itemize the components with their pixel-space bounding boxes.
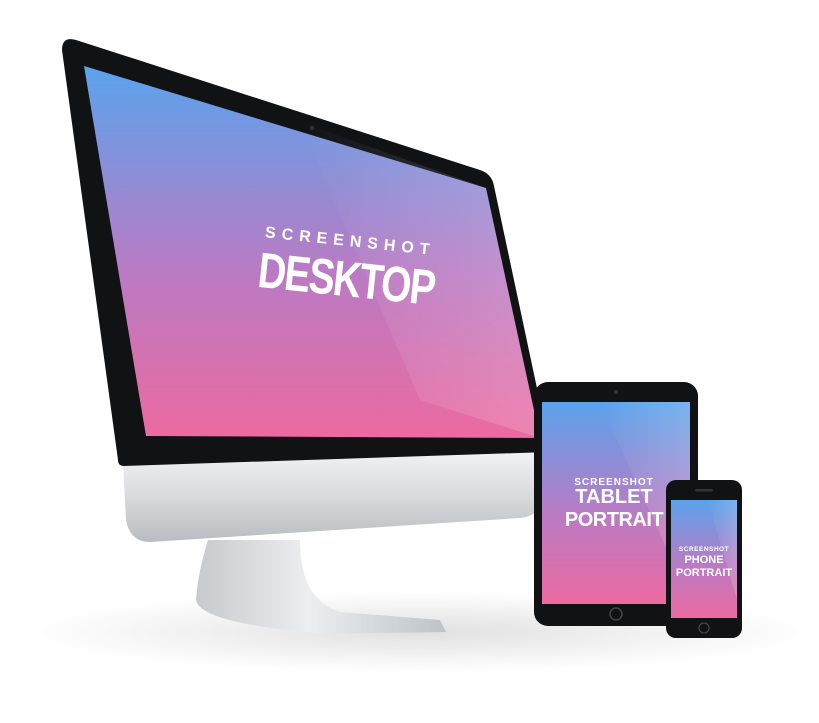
- desktop-monitor: SCREENSHOT DESKTOP: [62, 39, 548, 634]
- device-mockup-scene: SCREENSHOT DESKTOP SCREENSHOT TABLET POR…: [20, 39, 819, 672]
- tablet-camera: [614, 390, 618, 394]
- phone-label-line1: PHONE: [684, 554, 723, 566]
- phone-label-line2: PORTRAIT: [676, 567, 733, 579]
- tablet-label-line1: TABLET: [575, 486, 652, 508]
- phone-device: SCREENSHOT PHONE PORTRAIT: [666, 480, 742, 638]
- tablet-label-line2: PORTRAIT: [565, 509, 664, 531]
- phone-speaker: [695, 489, 713, 492]
- desktop-camera: [309, 125, 315, 131]
- desktop-stand: [196, 540, 446, 634]
- phone-label-small: SCREENSHOT: [679, 546, 729, 553]
